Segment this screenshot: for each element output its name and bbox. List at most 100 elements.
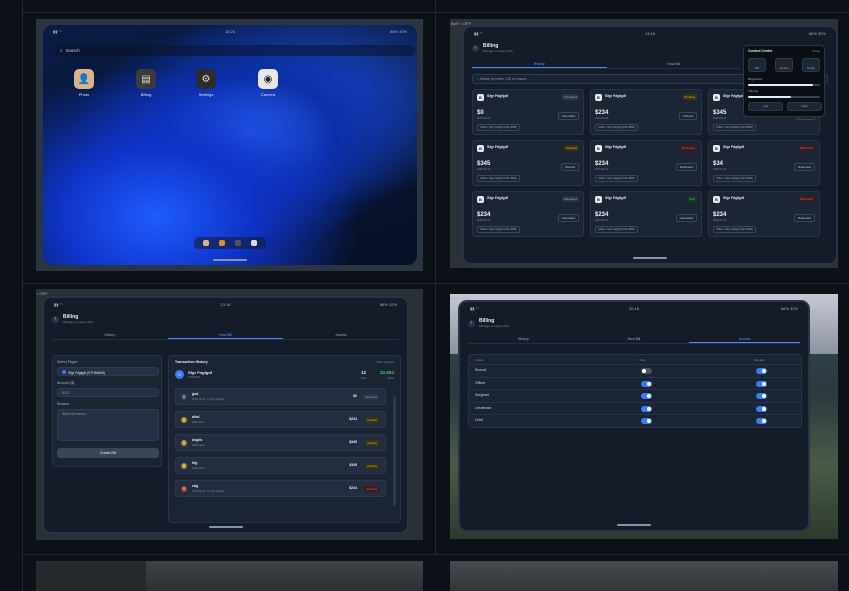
access-row: Lieutenant bbox=[469, 401, 801, 414]
dock-billing-icon[interactable] bbox=[219, 240, 225, 246]
grid-divider bbox=[22, 0, 23, 591]
create-bill-button[interactable]: Create Bill bbox=[57, 448, 159, 458]
view-toggle[interactable] bbox=[641, 380, 652, 387]
view-toggle[interactable] bbox=[641, 418, 652, 424]
home-indicator[interactable] bbox=[633, 257, 667, 259]
grade-label: Recruit bbox=[475, 368, 487, 372]
bill-avatar-icon: B bbox=[595, 196, 602, 203]
tab-history[interactable]: History bbox=[468, 335, 579, 343]
airdrop-toggle[interactable]: Airdrop bbox=[802, 58, 820, 72]
bill-action-button[interactable]: Refunded bbox=[793, 214, 815, 222]
flash-button[interactable]: Flash bbox=[787, 102, 822, 111]
brightness-slider[interactable] bbox=[748, 84, 820, 86]
bill-action-button[interactable]: Refund bbox=[679, 112, 697, 120]
bill-action-button[interactable]: Cancelled bbox=[557, 112, 579, 120]
tab-history[interactable]: History bbox=[472, 60, 607, 68]
dock-photo-icon[interactable] bbox=[203, 240, 209, 246]
dock-camera-icon[interactable] bbox=[251, 240, 257, 246]
app-camera[interactable]: ◉ Camera bbox=[255, 69, 281, 97]
transaction-row[interactable]: $ hfg 2025-09-14 $345 pending bbox=[175, 457, 386, 474]
reason-textarea[interactable]: Write bill reason... bbox=[57, 409, 159, 441]
amount-input[interactable]: $123 bbox=[57, 388, 159, 397]
dock-settings-icon[interactable] bbox=[235, 240, 241, 246]
lock-button[interactable]: Lock bbox=[748, 102, 783, 111]
tab-access[interactable]: Access bbox=[283, 331, 399, 339]
bill-amount: $234 bbox=[477, 212, 491, 218]
tab-new-bill[interactable]: New Bill bbox=[167, 331, 284, 339]
search-icon: ⌕ bbox=[60, 48, 63, 53]
bill-action-button[interactable]: Refund bbox=[561, 163, 579, 171]
grid-divider bbox=[22, 283, 849, 284]
app-settings[interactable]: ⚙ Settings bbox=[193, 69, 219, 97]
bill-officer: Officer: Sfgr Fdgfgdf (CID-3586) bbox=[477, 226, 520, 233]
bill-date: 2025-09-14 bbox=[477, 219, 491, 222]
home-indicator[interactable] bbox=[213, 259, 247, 261]
bill-card[interactable]: B Sfgr Fdgfgdf Cancelled $0 2025-09-14 Cancel… bbox=[472, 89, 584, 135]
volume-slider[interactable] bbox=[748, 96, 820, 98]
tab-access[interactable]: Access bbox=[689, 335, 801, 343]
transaction-icon: $ bbox=[181, 440, 187, 446]
bill-officer: Officer: Sfgr Fdgfgdf (CID-3586) bbox=[713, 226, 756, 233]
transaction-row[interactable]: $ gsd 2025-09-14 • by Sfgr Fdgfgdf $0 cancel… bbox=[175, 388, 386, 405]
col-grade: Grade bbox=[475, 358, 484, 362]
back-icon[interactable]: ‹ bbox=[468, 319, 475, 327]
bill-card[interactable]: B Sfgr Fdgfgdf Refunded $34 2025-09-14 Refund… bbox=[708, 140, 820, 186]
player-select[interactable]: Sfgr Fdgfgdf (STH54695) bbox=[57, 367, 159, 376]
app-billing[interactable]: ▤ Billing bbox=[133, 69, 159, 97]
page-subtitle: Manage company bills bbox=[63, 320, 93, 324]
tab-history[interactable]: History bbox=[52, 331, 168, 339]
bill-player-name: Sfgr Fdgfgdf bbox=[723, 196, 744, 200]
manage-toggle[interactable] bbox=[756, 380, 767, 387]
bill-action-button[interactable]: Refunded bbox=[793, 163, 815, 171]
col-manage: Manage bbox=[754, 358, 765, 362]
history-filter[interactable]: Filter product bbox=[376, 360, 394, 364]
person-icon: 👤 bbox=[74, 69, 94, 89]
bill-action-button[interactable]: Cancelled bbox=[675, 214, 697, 222]
search-bar[interactable]: ⌕ Search bbox=[55, 45, 415, 56]
bill-card[interactable]: B Sfgr Fdgfgdf Cancelled $234 2025-09-14 Canc… bbox=[472, 191, 584, 237]
view-toggle[interactable] bbox=[641, 393, 652, 399]
hud-label: • OFF bbox=[37, 291, 48, 296]
bill-player-name: Sfgr Fdgfgdf bbox=[723, 145, 744, 149]
transaction-status-badge: pending bbox=[365, 417, 379, 423]
transaction-row[interactable]: $ dsgds 2025-09-14 $345 pending bbox=[175, 434, 386, 451]
manage-toggle[interactable] bbox=[756, 405, 767, 412]
view-toggle[interactable] bbox=[641, 405, 652, 412]
airplane-label: Airplane bbox=[779, 67, 789, 70]
bill-status-badge: Pending bbox=[681, 94, 697, 100]
wifi-toggle[interactable]: Wifi bbox=[748, 58, 766, 72]
back-icon[interactable]: ‹ bbox=[52, 315, 59, 323]
tab-new-bill[interactable]: New Bill bbox=[607, 60, 742, 68]
tab-new-bill[interactable]: New Bill bbox=[579, 335, 690, 343]
transaction-name: sdg bbox=[192, 484, 199, 488]
manage-toggle[interactable] bbox=[756, 393, 767, 399]
control-center-close[interactable]: Close bbox=[812, 49, 820, 53]
access-row: Chief bbox=[469, 414, 801, 426]
bill-card[interactable]: B Sfgr Fdgfgdf Pending $234 2025-09-14 Refund… bbox=[590, 89, 702, 135]
view-toggle[interactable] bbox=[641, 368, 652, 374]
bill-action-button[interactable]: Refunded bbox=[675, 163, 697, 171]
scrollbar[interactable] bbox=[393, 396, 396, 506]
volume-label: Volume bbox=[748, 89, 759, 93]
home-indicator[interactable] bbox=[617, 524, 651, 526]
bill-card[interactable]: B Sfgr Fdgfgdf Paid $234 2025-09-14 Cancelled… bbox=[590, 191, 702, 237]
bill-card[interactable]: B Sfgr Fdgfgdf Refunded $234 2025-09-14 Refun… bbox=[708, 191, 820, 237]
bill-avatar-icon: B bbox=[713, 94, 720, 101]
bill-action-button[interactable]: Cancelled bbox=[557, 214, 579, 222]
access-screenshot: Bp/F • OFF ▮▮ ◠ 20:16 86% 32% ‹ Billing … bbox=[450, 294, 838, 539]
selected-player: Sfgr Fdgfgdf (STH54695) bbox=[68, 371, 106, 375]
airplane-toggle[interactable]: Airplane bbox=[775, 58, 793, 72]
transaction-row[interactable]: $ sdg 2025-09-14 • by Sfgr Fdgfgdf $234 refu… bbox=[175, 480, 386, 497]
manage-toggle[interactable] bbox=[756, 368, 767, 374]
bill-card[interactable]: BSfgr Fdgfgdf Pending $3452025-09-14 Refund… bbox=[472, 140, 584, 186]
bill-card[interactable]: B Sfgr Fdgfgdf Refunded $234 2025-09-14 Refun… bbox=[590, 140, 702, 186]
transaction-amount: $345 bbox=[349, 463, 357, 467]
transaction-row[interactable]: $ dfsd 2025-09-14 $234 pending bbox=[175, 411, 386, 428]
app-photo[interactable]: 👤 Photo bbox=[71, 69, 97, 97]
back-icon[interactable]: ‹ bbox=[472, 44, 479, 52]
bill-count: 12 bbox=[360, 370, 366, 375]
signal-icon: ▮▮ ◠ bbox=[470, 305, 480, 311]
home-indicator[interactable] bbox=[208, 526, 243, 528]
access-table-header: Grade View Manage bbox=[469, 355, 801, 364]
manage-toggle[interactable] bbox=[756, 418, 767, 424]
